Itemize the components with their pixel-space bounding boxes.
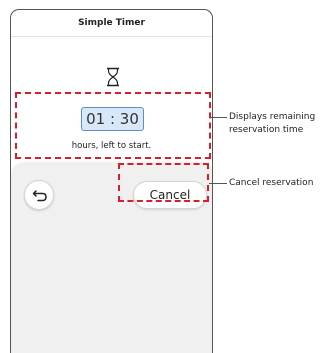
app-title: Simple Timer <box>11 10 212 37</box>
cancel-highlight-box <box>118 163 209 202</box>
cancel-annotation-leader <box>209 183 227 184</box>
time-annotation: Displays remaining reservation time <box>229 112 316 135</box>
time-highlight-box <box>15 92 211 159</box>
hourglass-icon <box>105 67 121 87</box>
cancel-annotation: Cancel reservation <box>229 178 314 188</box>
back-button[interactable] <box>24 180 54 210</box>
time-annotation-leader <box>211 117 227 118</box>
